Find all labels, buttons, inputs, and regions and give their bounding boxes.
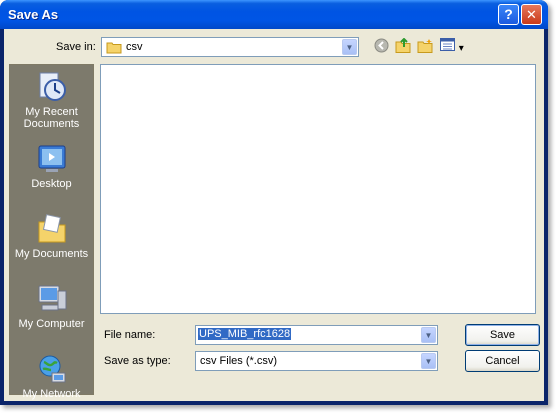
- places-item-desktop[interactable]: Desktop: [10, 143, 93, 190]
- save-in-dropdown[interactable]: csv ▼: [101, 37, 359, 57]
- new-folder-icon: [417, 39, 433, 56]
- places-label: My Network: [22, 388, 81, 400]
- up-folder-icon: [395, 37, 411, 56]
- save-button[interactable]: Save: [465, 324, 540, 346]
- new-folder-button[interactable]: [415, 38, 435, 56]
- places-label: Desktop: [31, 178, 72, 190]
- views-icon: [440, 38, 459, 54]
- help-button[interactable]: ?: [498, 4, 519, 25]
- places-label: My Recent: [25, 106, 78, 118]
- folder-icon: [106, 41, 122, 57]
- places-item-my-documents[interactable]: My Documents: [10, 213, 93, 260]
- places-item-my-computer[interactable]: My Computer: [10, 283, 93, 330]
- places-item-my-network[interactable]: My Network: [10, 353, 93, 400]
- places-item-recent[interactable]: My Recent Documents: [10, 71, 93, 130]
- places-bar: My Recent Documents Desktop My Documents: [9, 64, 94, 400]
- file-name-field[interactable]: UPS_MIB_rfc1628 ▼: [195, 325, 438, 345]
- file-name-label: File name:: [104, 329, 156, 341]
- my-network-icon: [36, 353, 68, 385]
- places-label: My Computer: [18, 318, 85, 330]
- save-in-label: Save in:: [56, 41, 96, 53]
- places-label: Documents: [23, 118, 80, 130]
- dialog-body: Save in: csv ▼ ▾ My Recent Documents Des…: [4, 29, 544, 401]
- save-as-dialog: Save As ? ✕ Save in: csv ▼ ▾ My Recent D…: [0, 0, 548, 405]
- up-folder-button[interactable]: [393, 37, 413, 56]
- places-label: My Documents: [14, 248, 89, 260]
- file-list[interactable]: [100, 64, 536, 314]
- save-as-type-dropdown[interactable]: csv Files (*.csv) ▼: [195, 351, 438, 371]
- save-as-type-label: Save as type:: [104, 355, 171, 367]
- views-menu-button[interactable]: ▾: [439, 38, 465, 56]
- desktop-icon: [36, 143, 68, 175]
- chevron-down-icon[interactable]: ▼: [342, 39, 357, 55]
- back-button[interactable]: [371, 38, 391, 56]
- save-as-type-value: csv Files (*.csv): [200, 355, 277, 367]
- recent-documents-icon: [36, 71, 68, 103]
- cancel-button[interactable]: Cancel: [465, 350, 540, 372]
- close-button[interactable]: ✕: [521, 4, 542, 25]
- window-title: Save As: [8, 7, 59, 22]
- back-arrow-icon: [374, 38, 389, 56]
- chevron-down-icon[interactable]: ▼: [421, 353, 436, 369]
- chevron-down-icon[interactable]: ▼: [421, 327, 436, 343]
- views-dropdown-arrow: ▾: [458, 43, 464, 54]
- file-name-value: UPS_MIB_rfc1628: [198, 328, 292, 340]
- my-documents-icon: [36, 213, 68, 245]
- title-bar[interactable]: Save As ? ✕: [0, 0, 548, 29]
- my-computer-icon: [36, 283, 68, 315]
- save-in-value: csv: [126, 41, 143, 53]
